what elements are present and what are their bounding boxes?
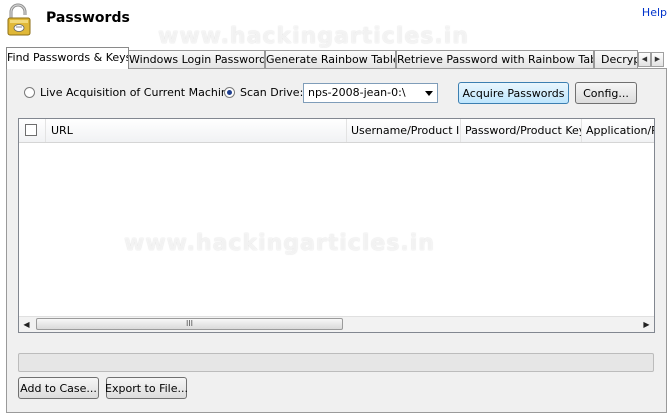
tab-strip: Find Passwords & Keys Windows Login Pass… [6, 47, 667, 69]
column-url[interactable]: URL [46, 119, 347, 142]
tab-generate-rainbow-table[interactable]: Generate Rainbow Table [265, 50, 396, 68]
scroll-grip: III [185, 319, 194, 328]
svg-text:***: *** [16, 26, 22, 31]
padlock-icon: *** [7, 3, 31, 36]
drive-select[interactable]: nps-2008-jean-0:\ [303, 83, 438, 103]
select-all-checkbox[interactable] [25, 124, 37, 136]
column-application[interactable]: Application/P [582, 119, 654, 142]
export-to-file-button[interactable]: Export to File... [105, 377, 188, 399]
scroll-thumb[interactable]: III [36, 318, 343, 330]
scroll-left-icon[interactable]: ◀ [19, 317, 34, 332]
select-all-column [19, 119, 46, 142]
scan-drive-option[interactable]: Scan Drive: [224, 86, 303, 99]
tab-decrypt[interactable]: Decryp [594, 50, 638, 68]
dropdown-arrow-icon [425, 91, 433, 96]
tab-find-passwords-keys[interactable]: Find Passwords & Keys [6, 47, 129, 69]
horizontal-scrollbar[interactable]: ◀ III ▶ [19, 316, 654, 332]
column-password[interactable]: Password/Product Key [461, 119, 582, 142]
drive-select-value: nps-2008-jean-0:\ [308, 86, 406, 99]
tab-retrieve-password-rainbow[interactable]: Retrieve Password with Rainbow Table [396, 50, 594, 68]
add-to-case-button[interactable]: Add to Case... [18, 377, 99, 399]
table-header: URL Username/Product ID Password/Product… [19, 119, 654, 143]
scroll-right-icon[interactable]: ▶ [639, 317, 654, 332]
column-username[interactable]: Username/Product ID [347, 119, 461, 142]
help-link[interactable]: Help [642, 6, 667, 19]
header: *** Passwords Help [0, 0, 671, 46]
live-acquisition-option[interactable]: Live Acquisition of Current Machine [24, 86, 235, 99]
scan-drive-radio[interactable] [224, 87, 235, 98]
tab-scroll-right-icon[interactable]: ▶ [651, 52, 664, 67]
progress-bar [18, 353, 654, 372]
scan-drive-label: Scan Drive: [240, 86, 304, 99]
acquire-passwords-button[interactable]: Acquire Passwords [458, 82, 569, 104]
tab-scroll-left-icon[interactable]: ◀ [638, 52, 651, 67]
tab-windows-login-passwords[interactable]: Windows Login Passwords [128, 50, 265, 68]
live-acquisition-label: Live Acquisition of Current Machine [40, 86, 235, 99]
live-acquisition-radio[interactable] [24, 87, 35, 98]
page-title: Passwords [46, 10, 130, 26]
results-table[interactable]: URL Username/Product ID Password/Product… [18, 118, 655, 333]
config-button[interactable]: Config... [575, 82, 637, 104]
